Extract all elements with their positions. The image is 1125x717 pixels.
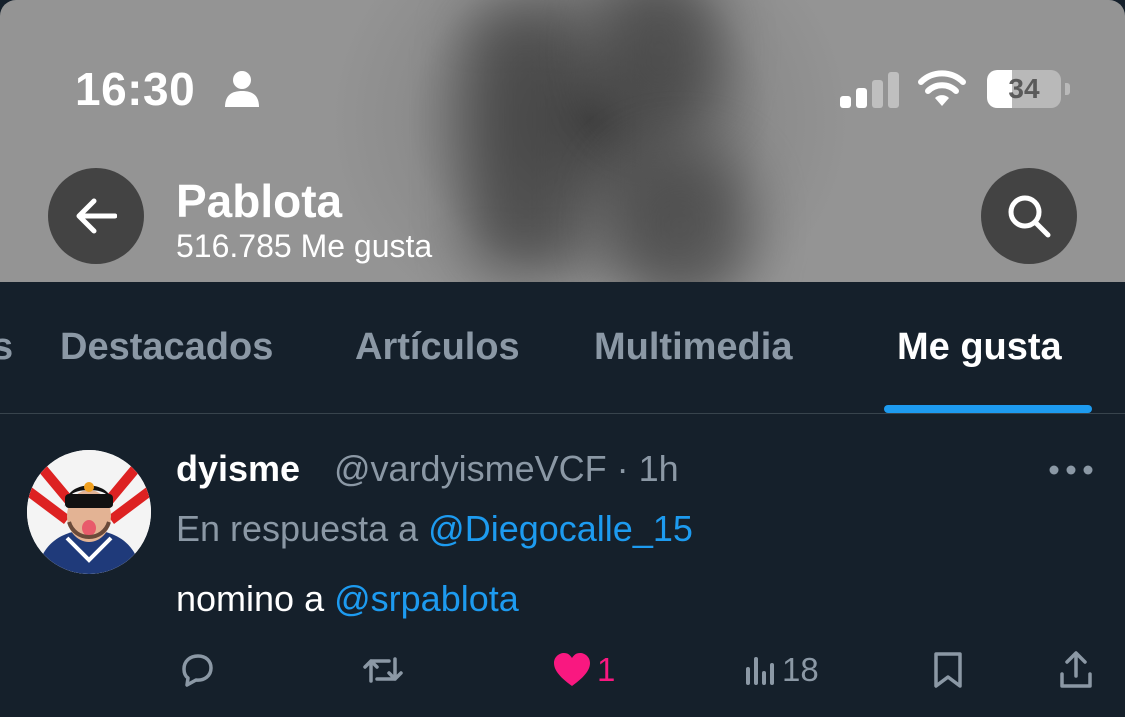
tweet-author-handle[interactable]: @vardyismeVCF <box>334 448 607 489</box>
tab-me-gusta[interactable]: Me gusta <box>897 326 1062 369</box>
share-button[interactable] <box>1058 645 1094 695</box>
tab-destacados[interactable]: Destacados <box>60 326 273 369</box>
views-icon <box>746 657 774 685</box>
tweet-actions: 1 18 <box>0 645 1125 695</box>
share-icon <box>1060 651 1092 688</box>
mention-link[interactable]: @srpablota <box>334 578 519 619</box>
profile-name: Pablota <box>176 175 343 227</box>
tweet-author-name[interactable]: dyisme <box>176 448 300 490</box>
tweet-time[interactable]: 1h <box>639 448 679 489</box>
reply-to-link[interactable]: @Diegocalle_15 <box>428 508 693 549</box>
profile-header: 16:30 34 Pablota 516.785 Me gusta <box>0 0 1125 282</box>
active-tab-indicator <box>884 405 1092 413</box>
tweet-text-prefix: nomino a <box>176 578 325 619</box>
reply-button[interactable] <box>178 645 216 695</box>
battery-icon: 34 <box>987 70 1070 108</box>
like-button[interactable]: 1 <box>553 645 615 695</box>
banner-blur-bottom <box>610 150 750 282</box>
tab-articulos[interactable]: Artículos <box>355 326 520 369</box>
back-button[interactable] <box>48 168 144 264</box>
likes-count: 516.785 Me gusta <box>176 228 433 264</box>
search-button[interactable] <box>981 168 1077 264</box>
bookmark-button[interactable] <box>932 645 964 695</box>
wifi-icon <box>918 70 966 106</box>
tweet-author-meta[interactable]: @vardyismeVCF · 1h <box>334 448 679 490</box>
like-count: 1 <box>597 651 616 688</box>
reply-icon <box>182 654 213 687</box>
signal-icon <box>840 72 899 108</box>
back-arrow-icon <box>76 198 117 234</box>
banner-blur-left <box>470 10 580 270</box>
person-icon <box>225 71 259 107</box>
tweet-separator: · <box>616 448 629 489</box>
avatar[interactable] <box>27 450 151 574</box>
retweet-icon <box>363 657 403 683</box>
banner-blur-top <box>600 0 720 130</box>
battery-level: 34 <box>1008 73 1040 104</box>
heart-icon <box>554 653 590 686</box>
bookmark-icon <box>934 652 962 688</box>
tab-overflow-edge[interactable]: s <box>0 326 13 369</box>
retweet-button[interactable] <box>361 645 405 695</box>
views-button[interactable]: 18 <box>744 645 819 695</box>
tweet-text: nomino a @srpablota <box>176 578 519 620</box>
more-icon[interactable] <box>1048 462 1094 478</box>
search-icon <box>1008 195 1051 238</box>
views-count: 18 <box>782 651 819 688</box>
reply-context: En respuesta a @Diegocalle_15 <box>176 508 693 550</box>
reply-prefix: En respuesta a <box>176 508 419 549</box>
profile-tabs: s Destacados Artículos Multimedia Me gus… <box>0 282 1125 414</box>
status-time: 16:30 <box>75 63 196 115</box>
tab-multimedia[interactable]: Multimedia <box>594 326 792 369</box>
